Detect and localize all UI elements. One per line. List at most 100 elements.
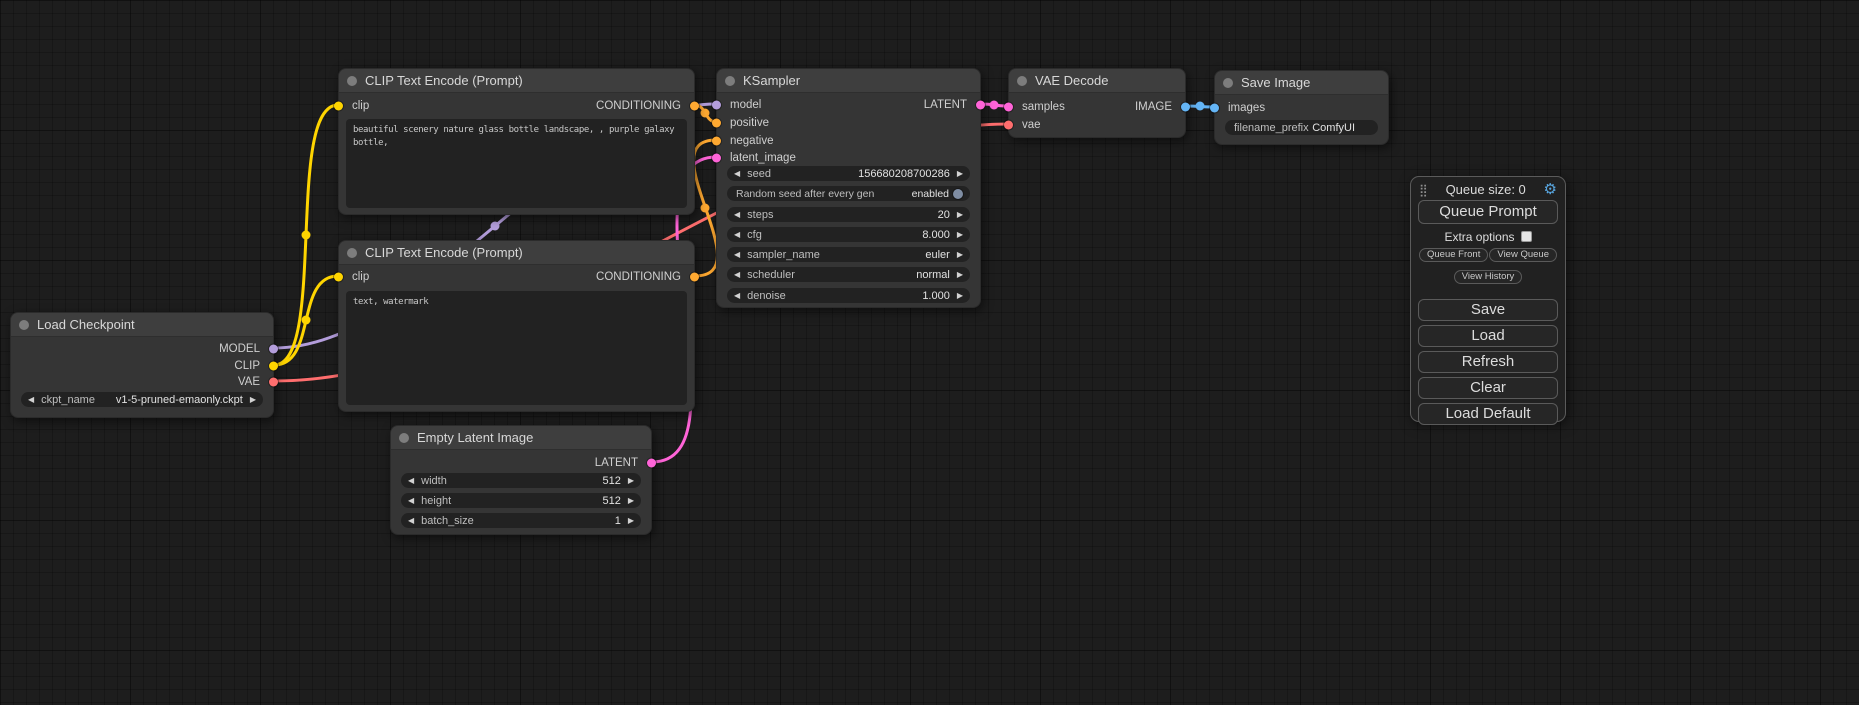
negative-input-port[interactable]: [712, 137, 721, 146]
queue-small-buttons-row: Queue Front View Queue: [1411, 248, 1565, 262]
decrement-arrow-icon[interactable]: ◀: [28, 396, 34, 404]
collapse-dot-icon[interactable]: [725, 76, 735, 86]
image-output-port[interactable]: [1181, 103, 1190, 112]
increment-arrow-icon[interactable]: ▶: [628, 517, 634, 525]
increment-arrow-icon[interactable]: ▶: [957, 292, 963, 300]
clip-input-port[interactable]: [334, 102, 343, 111]
collapse-dot-icon[interactable]: [347, 248, 357, 258]
decrement-arrow-icon[interactable]: ◀: [408, 477, 414, 485]
increment-arrow-icon[interactable]: ▶: [957, 251, 963, 259]
settings-gear-icon[interactable]: ⚙: [1544, 182, 1557, 197]
widget-label: Random seed after every gen: [736, 188, 874, 200]
increment-arrow-icon[interactable]: ▶: [957, 170, 963, 178]
images-input-port[interactable]: [1210, 104, 1219, 113]
node-title: CLIP Text Encode (Prompt): [365, 73, 523, 88]
link-dot-clip-positive: [302, 231, 311, 240]
latent-image-input-port[interactable]: [712, 154, 721, 163]
clear-button[interactable]: Clear: [1418, 377, 1558, 399]
node-title: Save Image: [1241, 75, 1310, 90]
seed-widget[interactable]: ◀ seed 156680208700286 ▶: [727, 166, 970, 181]
output-label-conditioning: CONDITIONING: [596, 271, 681, 283]
denoise-widget[interactable]: ◀ denoise 1.000 ▶: [727, 288, 970, 303]
node-ksampler[interactable]: KSampler model LATENT positive negative …: [716, 68, 981, 308]
link-dot-image: [1196, 102, 1205, 111]
decrement-arrow-icon[interactable]: ◀: [408, 517, 414, 525]
conditioning-output-port[interactable]: [690, 273, 699, 282]
collapse-dot-icon[interactable]: [347, 76, 357, 86]
clip-output-port[interactable]: [269, 362, 278, 371]
model-input-port[interactable]: [712, 101, 721, 110]
input-label-clip: clip: [352, 271, 369, 283]
decrement-arrow-icon[interactable]: ◀: [734, 292, 740, 300]
load-button[interactable]: Load: [1418, 325, 1558, 347]
node-title-bar[interactable]: VAE Decode: [1009, 69, 1185, 93]
toggle-dot-icon[interactable]: [953, 189, 963, 199]
decrement-arrow-icon[interactable]: ◀: [734, 211, 740, 219]
queue-front-button[interactable]: Queue Front: [1419, 248, 1488, 262]
node-clip-text-encode-negative[interactable]: CLIP Text Encode (Prompt) clip CONDITION…: [338, 240, 695, 412]
save-button[interactable]: Save: [1418, 299, 1558, 321]
node-title-bar[interactable]: KSampler: [717, 69, 980, 93]
drag-handle-icon[interactable]: ⣿: [1419, 183, 1428, 197]
node-vae-decode[interactable]: VAE Decode samples IMAGE vae: [1008, 68, 1186, 138]
node-title-bar[interactable]: Empty Latent Image: [391, 426, 651, 450]
load-default-button[interactable]: Load Default: [1418, 403, 1558, 425]
decrement-arrow-icon[interactable]: ◀: [734, 231, 740, 239]
increment-arrow-icon[interactable]: ▶: [628, 477, 634, 485]
collapse-dot-icon[interactable]: [399, 433, 409, 443]
sampler-name-widget[interactable]: ◀ sampler_name euler ▶: [727, 247, 970, 262]
increment-arrow-icon[interactable]: ▶: [957, 211, 963, 219]
positive-input-port[interactable]: [712, 119, 721, 128]
latent-output-port[interactable]: [647, 459, 656, 468]
view-history-button[interactable]: View History: [1454, 270, 1523, 284]
increment-arrow-icon[interactable]: ▶: [957, 271, 963, 279]
negative-prompt-textarea[interactable]: text, watermark: [346, 291, 687, 405]
link-dot-model: [491, 222, 500, 231]
input-label-clip: clip: [352, 100, 369, 112]
increment-arrow-icon[interactable]: ▶: [628, 497, 634, 505]
latent-output-port[interactable]: [976, 101, 985, 110]
extra-options-checkbox[interactable]: [1521, 231, 1532, 242]
node-clip-text-encode-positive[interactable]: CLIP Text Encode (Prompt) clip CONDITION…: [338, 68, 695, 215]
queue-prompt-button[interactable]: Queue Prompt: [1418, 200, 1558, 224]
increment-arrow-icon[interactable]: ▶: [957, 231, 963, 239]
decrement-arrow-icon[interactable]: ◀: [734, 251, 740, 259]
node-title-bar[interactable]: CLIP Text Encode (Prompt): [339, 69, 694, 93]
node-title-bar[interactable]: Save Image: [1215, 71, 1388, 95]
collapse-dot-icon[interactable]: [1017, 76, 1027, 86]
scheduler-widget[interactable]: ◀ scheduler normal ▶: [727, 267, 970, 282]
model-output-port[interactable]: [269, 345, 278, 354]
cfg-widget[interactable]: ◀ cfg 8.000 ▶: [727, 227, 970, 242]
filename-prefix-widget[interactable]: filename_prefix ComfyUI: [1225, 120, 1378, 135]
node-save-image[interactable]: Save Image images filename_prefix ComfyU…: [1214, 70, 1389, 145]
widget-label: batch_size: [421, 515, 474, 527]
decrement-arrow-icon[interactable]: ◀: [408, 497, 414, 505]
positive-prompt-textarea[interactable]: beautiful scenery nature glass bottle la…: [346, 119, 687, 208]
samples-input-port[interactable]: [1004, 103, 1013, 112]
height-widget[interactable]: ◀ height 512 ▶: [401, 493, 641, 508]
port-row-samples-image: samples IMAGE: [1009, 100, 1185, 114]
steps-widget[interactable]: ◀ steps 20 ▶: [727, 207, 970, 222]
decrement-arrow-icon[interactable]: ◀: [734, 170, 740, 178]
vae-output-port[interactable]: [269, 378, 278, 387]
collapse-dot-icon[interactable]: [19, 320, 29, 330]
batch-size-widget[interactable]: ◀ batch_size 1 ▶: [401, 513, 641, 528]
refresh-button[interactable]: Refresh: [1418, 351, 1558, 373]
node-load-checkpoint[interactable]: Load Checkpoint MODEL CLIP VAE ◀ ckpt_na…: [10, 312, 274, 418]
ckpt-name-widget[interactable]: ◀ ckpt_name v1-5-pruned-emaonly.ckpt ▶: [21, 392, 263, 407]
node-title-bar[interactable]: CLIP Text Encode (Prompt): [339, 241, 694, 265]
conditioning-output-port[interactable]: [690, 102, 699, 111]
width-widget[interactable]: ◀ width 512 ▶: [401, 473, 641, 488]
decrement-arrow-icon[interactable]: ◀: [734, 271, 740, 279]
node-title-bar[interactable]: Load Checkpoint: [11, 313, 273, 337]
view-queue-button[interactable]: View Queue: [1489, 248, 1557, 262]
vae-input-port[interactable]: [1004, 121, 1013, 130]
random-seed-toggle-widget[interactable]: Random seed after every gen enabled: [727, 186, 970, 201]
clip-input-port[interactable]: [334, 273, 343, 282]
collapse-dot-icon[interactable]: [1223, 78, 1233, 88]
widget-label: scheduler: [747, 269, 795, 281]
increment-arrow-icon[interactable]: ▶: [250, 396, 256, 404]
node-empty-latent-image[interactable]: Empty Latent Image LATENT ◀ width 512 ▶ …: [390, 425, 652, 535]
spacer: [1411, 284, 1565, 295]
node-graph-canvas[interactable]: Load Checkpoint MODEL CLIP VAE ◀ ckpt_na…: [0, 0, 1859, 705]
